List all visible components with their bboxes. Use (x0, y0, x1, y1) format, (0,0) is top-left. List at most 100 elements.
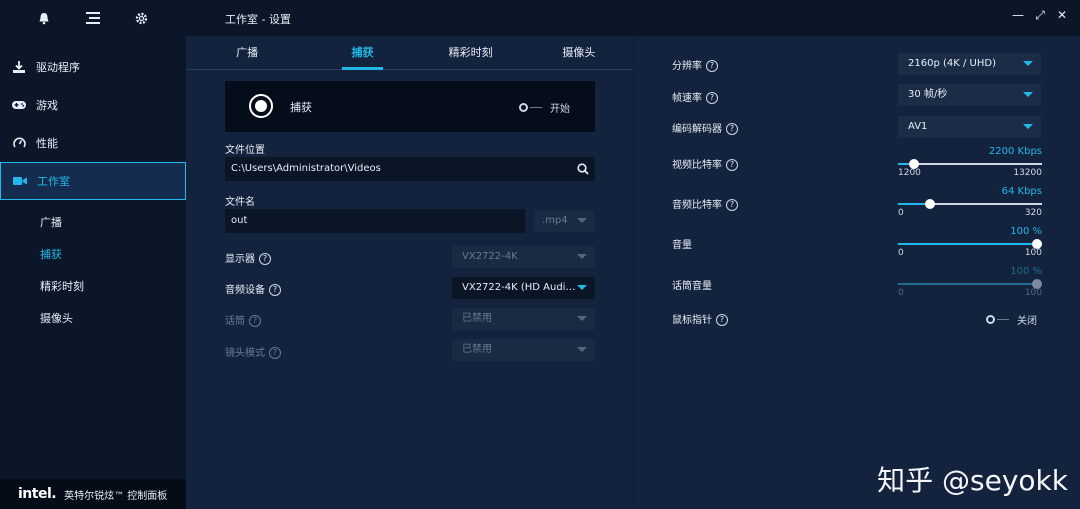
sidebar-subitem-broadcast[interactable]: 广播 (0, 206, 186, 238)
slider-min: 0 (898, 288, 904, 298)
video-bitrate-label-text: 视频比特率 (672, 160, 722, 171)
file-location-field[interactable]: C:\Users\Administrator\Videos (225, 157, 595, 181)
help-icon[interactable]: ? (259, 253, 271, 265)
lens-mode-select: 已禁用 (452, 339, 595, 361)
mic-volume-slider: 100 % 0 100 (898, 266, 1042, 300)
record-button[interactable] (249, 94, 273, 118)
audio-device-value: VX2722-4K (HD Audi… (462, 282, 576, 293)
audio-bitrate-label-text: 音频比特率 (672, 200, 722, 211)
help-icon[interactable]: ? (726, 123, 738, 135)
codec-select[interactable]: AV1 (898, 116, 1041, 138)
slider-max: 320 (1024, 208, 1042, 218)
toggle-label: 开始 (550, 104, 570, 115)
mic-value: 已禁用 (462, 313, 492, 324)
file-name-label: 文件名 (225, 197, 255, 208)
chevron-down-icon (1023, 124, 1033, 129)
sidebar-item-games[interactable]: 游戏 (0, 86, 186, 124)
sidebar-subitem-highlights[interactable]: 精彩时刻 (0, 270, 186, 302)
video-bitrate-slider[interactable]: 2200 Kbps 1200 13200 (898, 146, 1042, 180)
chevron-down-icon (1023, 61, 1033, 66)
video-bitrate-value: 2200 Kbps (988, 146, 1042, 157)
codec-value: AV1 (908, 121, 928, 132)
help-icon[interactable]: ? (706, 92, 718, 104)
brand-name: 英特尔锐炫™ 控制面板 (64, 490, 168, 502)
help-icon[interactable]: ? (249, 315, 261, 327)
help-icon[interactable]: ? (269, 347, 281, 359)
sidebar: 驱动程序 游戏 性能 工作室 广播 捕获 精彩时刻 摄像头 intel. 英特尔… (0, 0, 194, 509)
chevron-down-icon (1023, 92, 1033, 97)
volume-slider[interactable]: 100 % 0 100 (898, 226, 1042, 260)
file-extension-value: .mp4 (542, 215, 568, 226)
toggle-knob (519, 103, 528, 112)
audio-bitrate-slider[interactable]: 64 Kbps 0 320 (898, 186, 1042, 220)
page-title: 工作室 - 设置 (225, 13, 291, 26)
lens-mode-label-text: 镜头模式 (225, 348, 265, 359)
tab-highlights[interactable]: 精彩时刻 (417, 36, 525, 69)
sidebar-item-performance[interactable]: 性能 (0, 124, 186, 162)
tab-broadcast[interactable]: 广播 (186, 36, 308, 69)
sidebar-item-drivers[interactable]: 驱动程序 (0, 48, 186, 86)
resolution-select[interactable]: 2160p (4K / UHD) (898, 53, 1041, 75)
search-icon[interactable] (577, 157, 589, 183)
gamepad-icon (12, 98, 26, 112)
help-icon[interactable]: ? (726, 159, 738, 171)
tab-capture[interactable]: 捕获 (308, 36, 416, 70)
display-select: VX2722-4K (452, 246, 595, 268)
bell-icon[interactable] (35, 9, 53, 27)
slider-fill (898, 283, 1037, 285)
volume-value: 100 % (1010, 226, 1042, 237)
minimize-icon[interactable]: — (1012, 8, 1024, 23)
watermark: 知乎 @seyokk (877, 464, 1068, 497)
brand-bar: intel. 英特尔锐炫™ 控制面板 (0, 479, 186, 509)
close-icon[interactable]: ✕ (1056, 8, 1068, 23)
sidebar-subitem-camera[interactable]: 摄像头 (0, 302, 186, 334)
sidebar-subitem-capture[interactable]: 捕获 (0, 238, 186, 270)
sidebar-item-label: 游戏 (36, 99, 58, 112)
video-bitrate-label: 视频比特率? (672, 156, 738, 171)
sidebar-item-studio[interactable]: 工作室 (0, 162, 194, 200)
resolution-label-text: 分辨率 (672, 61, 702, 72)
toggle-label: 关闭 (1017, 316, 1037, 327)
sidebar-item-label: 性能 (36, 137, 58, 150)
slider-fill (898, 243, 1037, 245)
file-extension-select: .mp4 (534, 210, 595, 232)
mic-select: 已禁用 (452, 308, 595, 330)
slider-max: 100 (1024, 248, 1042, 258)
sidebar-item-label: 工作室 (37, 175, 70, 188)
chevron-down-icon (577, 254, 587, 259)
gear-icon[interactable] (133, 9, 151, 27)
slider-max: 13200 (1013, 168, 1042, 178)
audio-device-select[interactable]: VX2722-4K (HD Audi… (452, 277, 595, 299)
chevron-down-icon (577, 285, 587, 290)
window-controls: — ⤢ ✕ (1012, 8, 1068, 23)
slider-track (898, 163, 1042, 165)
capture-settings-panel: 广播 捕获 精彩时刻 摄像头 捕获 开始 文件位置 C:\Users\Admin… (186, 36, 633, 509)
resolution-value: 2160p (4K / UHD) (908, 58, 996, 69)
resolution-label: 分辨率? (672, 57, 718, 72)
intel-logo: intel. (18, 486, 57, 502)
mouse-pointer-label: 鼠标指针? (672, 311, 728, 326)
help-icon[interactable]: ? (269, 284, 281, 296)
lens-mode-label: 镜头模式? (225, 344, 281, 359)
help-icon[interactable]: ? (706, 60, 718, 72)
lens-mode-value: 已禁用 (462, 344, 492, 355)
header: 工作室 - 设置 — ⤢ ✕ (186, 0, 1080, 36)
file-name-value: out (231, 215, 248, 226)
help-icon[interactable]: ? (716, 314, 728, 326)
chevron-down-icon (577, 347, 587, 352)
slider-min: 1200 (898, 168, 921, 178)
framerate-select[interactable]: 30 帧/秒 (898, 84, 1041, 106)
help-icon[interactable]: ? (726, 199, 738, 211)
expand-icon[interactable]: ⤢ (1034, 8, 1046, 23)
volume-label: 音量 (672, 240, 692, 251)
file-name-field[interactable]: out (225, 209, 525, 233)
mouse-pointer-toggle[interactable]: 关闭 (986, 312, 1037, 327)
audio-bitrate-label: 音频比特率? (672, 196, 738, 211)
menu-list-icon[interactable] (84, 9, 102, 27)
capture-start-toggle[interactable]: 开始 (519, 100, 570, 115)
tab-camera[interactable]: 摄像头 (525, 36, 633, 69)
audio-device-label-text: 音频设备 (225, 285, 265, 296)
slider-thumb[interactable] (924, 199, 935, 209)
download-icon (12, 60, 26, 74)
mic-label-text: 话筒 (225, 316, 245, 327)
